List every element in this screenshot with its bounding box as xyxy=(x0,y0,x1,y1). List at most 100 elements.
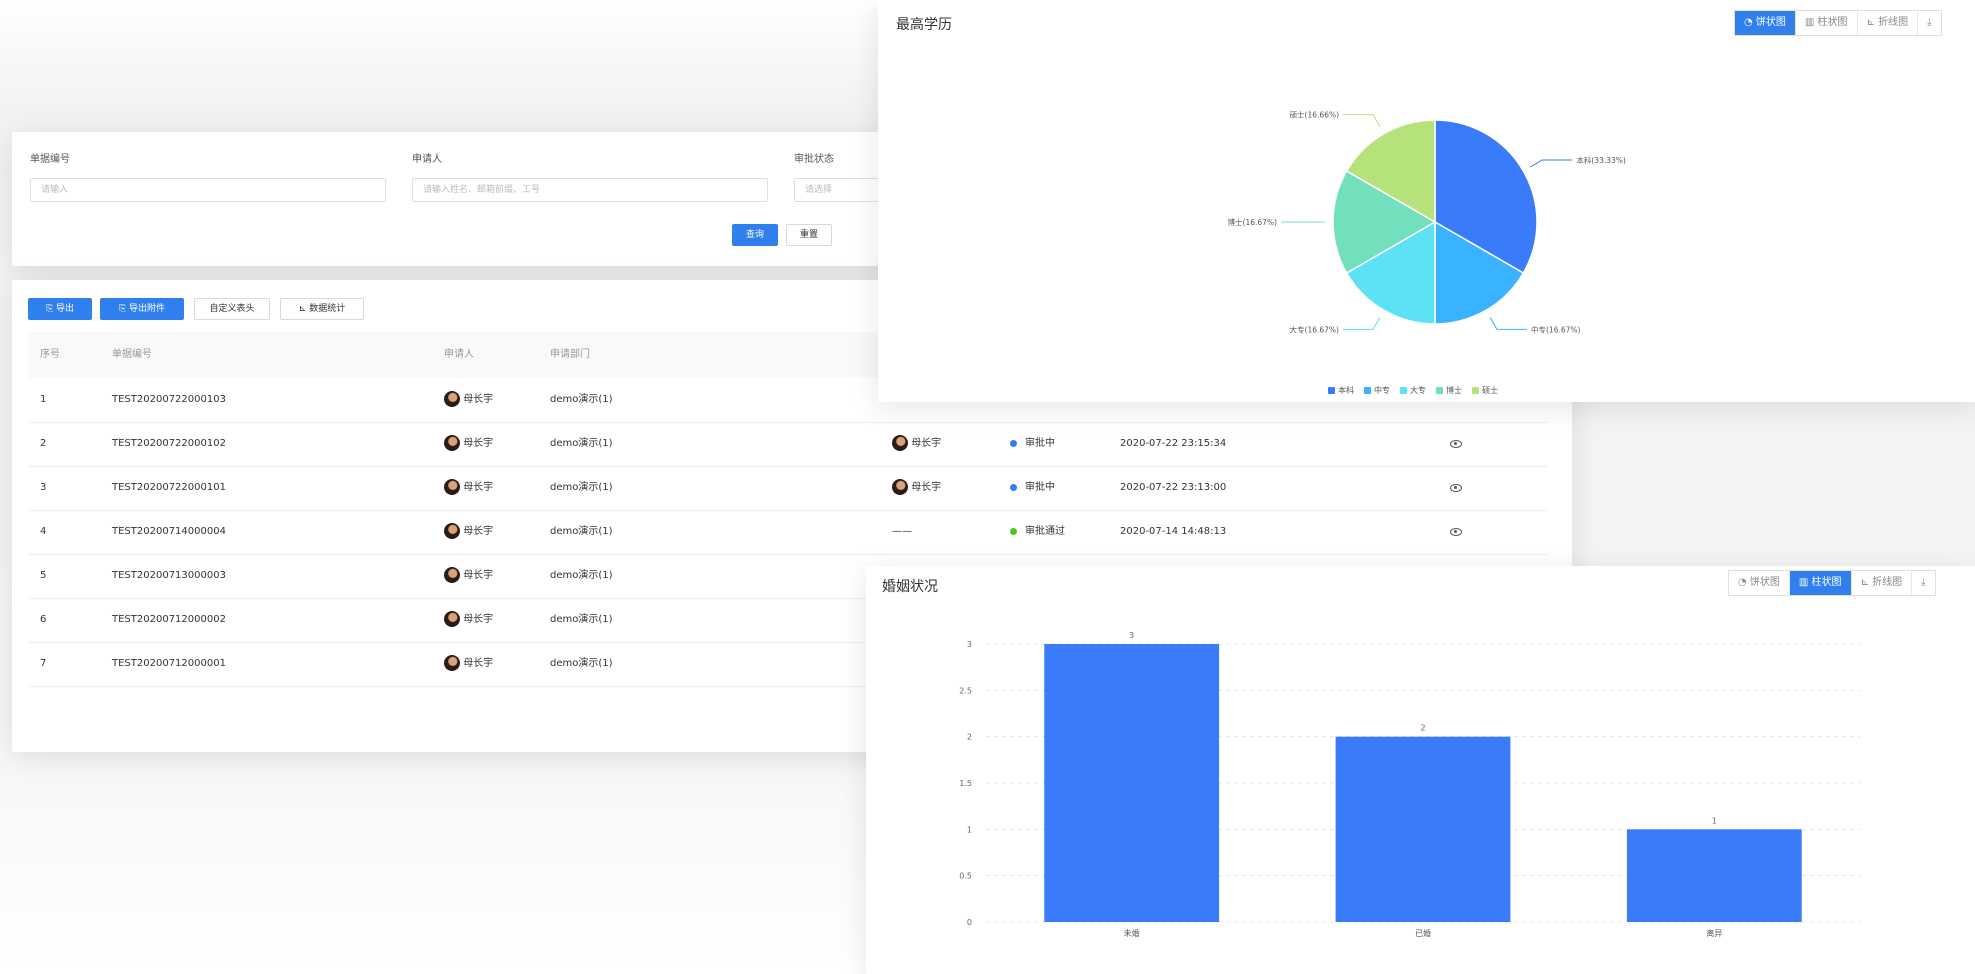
x-tick-label: 离异 xyxy=(1706,928,1722,938)
approver-name: 母长宇 xyxy=(911,438,942,449)
table-row[interactable]: 2 TEST20200722000102 母长宇 demo演示(1) 母长宇 审… xyxy=(28,422,1548,467)
bar-value-label: 1 xyxy=(1712,816,1717,825)
legend-item[interactable]: 中专 xyxy=(1364,385,1390,396)
row-code: TEST20200712000001 xyxy=(112,658,226,669)
pie-label-line xyxy=(1342,317,1381,330)
y-tick-label: 3 xyxy=(967,640,972,649)
legend-item[interactable]: 本科 xyxy=(1328,385,1354,396)
avatar xyxy=(444,523,460,539)
legend-swatch xyxy=(1436,387,1443,394)
row-status: 审批通过 xyxy=(1010,510,1065,554)
pie-label-line xyxy=(1343,114,1381,127)
applicant-input[interactable]: 请输入姓名、邮箱前缀、工号 xyxy=(412,178,768,202)
legend-item[interactable]: 硕士 xyxy=(1472,385,1498,396)
row-code: TEST20200712000002 xyxy=(112,614,226,625)
pie-label: 大专(16.67%) xyxy=(1290,324,1340,334)
row-code: TEST20200722000103 xyxy=(112,394,226,405)
row-index: 5 xyxy=(40,570,47,581)
export-icon: ⎘ xyxy=(45,304,57,314)
y-tick-label: 2 xyxy=(967,733,972,742)
status-dot xyxy=(1010,527,1017,535)
th-index: 序号 xyxy=(40,349,60,360)
row-department: demo演示(1) xyxy=(550,614,613,625)
legend-swatch xyxy=(1328,387,1335,394)
row-index: 7 xyxy=(40,658,47,669)
export-button[interactable]: ⎘ 导出 xyxy=(28,298,92,320)
legend-item[interactable]: 大专 xyxy=(1400,385,1426,396)
avatar xyxy=(444,567,460,583)
pie-label-line xyxy=(1530,159,1573,168)
row-applicant: 母长宇 xyxy=(444,642,493,686)
view-icon[interactable] xyxy=(1450,528,1462,536)
bar-value-label: 3 xyxy=(1129,631,1134,640)
pie-label: 中专(16.67%) xyxy=(1531,324,1581,334)
row-time: 2020-07-14 14:48:13 xyxy=(1120,526,1227,537)
applicant-name: 母长宇 xyxy=(463,394,494,405)
row-code: TEST20200714000004 xyxy=(112,526,226,537)
table-row[interactable]: 3 TEST20200722000101 母长宇 demo演示(1) 母长宇 审… xyxy=(28,466,1548,511)
row-index: 6 xyxy=(40,614,47,625)
th-department: 申请部门 xyxy=(550,349,590,360)
applicant-name: 母长宇 xyxy=(463,526,494,537)
pie-label: 硕士(16.66%) xyxy=(1290,110,1340,120)
data-stats-button[interactable]: ⊾ 数据统计 xyxy=(280,298,364,320)
applicant-name: 母长宇 xyxy=(463,482,494,493)
applicant-name: 母长宇 xyxy=(463,570,494,581)
marital-chart-panel: 婚姻状况 ◔ 饼状图 ▥ 柱状图 ⊾ 折线图 ⤓ 0 0.5 1 1.5 2 2.5 3 3 未… xyxy=(866,566,1975,974)
data-stats-label: 数据统计 xyxy=(309,304,346,314)
status-dot xyxy=(1010,483,1017,491)
applicant-name: 母长宇 xyxy=(463,658,494,669)
reset-button[interactable]: 重置 xyxy=(786,224,832,246)
x-tick-label: 未婚 xyxy=(1124,928,1140,938)
code-input[interactable]: 请输入 xyxy=(30,178,386,202)
education-pie-chart: 本科(33.33%) 中专(16.67%) 大专(16.67%) 博士(16.67%)… xyxy=(1228,110,1626,335)
pie-label: 博士(16.67%) xyxy=(1228,217,1278,227)
row-time: 2020-07-22 23:15:34 xyxy=(1120,438,1227,449)
legend-label: 硕士 xyxy=(1482,386,1498,395)
row-department: demo演示(1) xyxy=(550,570,613,581)
legend-label: 中专 xyxy=(1374,386,1390,395)
row-time: 2020-07-22 23:13:00 xyxy=(1120,482,1227,493)
row-status: 审批中 xyxy=(1010,466,1055,510)
status-text: 审批通过 xyxy=(1025,526,1065,537)
avatar xyxy=(892,479,908,495)
export-attachment-button[interactable]: ⎘ 导出附件 xyxy=(100,298,184,320)
row-applicant: 母长宇 xyxy=(444,554,493,598)
pie-label-line xyxy=(1489,317,1528,330)
view-icon[interactable] xyxy=(1450,440,1462,448)
bar xyxy=(1044,644,1220,922)
bar-value-label: 2 xyxy=(1420,724,1425,733)
status-dot xyxy=(1010,439,1017,447)
chart-icon: ⊾ xyxy=(298,304,310,314)
row-approver: 母长宇 xyxy=(892,422,941,466)
status-text: 审批中 xyxy=(1025,438,1055,449)
y-tick-label: 0.5 xyxy=(959,872,972,881)
row-department: demo演示(1) xyxy=(550,658,613,669)
legend-swatch xyxy=(1472,387,1479,394)
field-label-code: 单据编号 xyxy=(30,154,70,165)
view-icon[interactable] xyxy=(1450,484,1462,492)
applicant-name: 母长宇 xyxy=(463,614,494,625)
legend-swatch xyxy=(1400,387,1407,394)
row-applicant: 母长宇 xyxy=(444,466,493,510)
row-approver: 母长宇 xyxy=(892,466,941,510)
education-legend: 本科 中专 大专 博士 硕士 xyxy=(1328,385,1498,396)
bar xyxy=(1335,736,1511,922)
field-label-applicant: 申请人 xyxy=(412,154,442,165)
approver-name: 母长宇 xyxy=(911,482,942,493)
row-applicant: 母长宇 xyxy=(444,598,493,642)
field-label-status: 审批状态 xyxy=(794,154,834,165)
export-attachment-icon: ⎘ xyxy=(118,304,130,314)
avatar xyxy=(892,435,908,451)
row-code: TEST20200722000102 xyxy=(112,438,226,449)
row-applicant: 母长宇 xyxy=(444,510,493,554)
marital-bar-chart: 0 0.5 1 1.5 2 2.5 3 3 未婚 2 已婚 1 离异 xyxy=(959,631,1860,938)
legend-item[interactable]: 博士 xyxy=(1436,385,1462,396)
export-label: 导出 xyxy=(56,304,75,314)
row-department: demo演示(1) xyxy=(550,482,613,493)
legend-label: 本科 xyxy=(1338,386,1354,395)
query-button[interactable]: 查询 xyxy=(732,224,778,246)
custom-header-button[interactable]: 自定义表头 xyxy=(194,298,270,320)
y-tick-label: 2.5 xyxy=(959,686,972,695)
table-row[interactable]: 4 TEST20200714000004 母长宇 demo演示(1) —— 审批… xyxy=(28,510,1548,555)
